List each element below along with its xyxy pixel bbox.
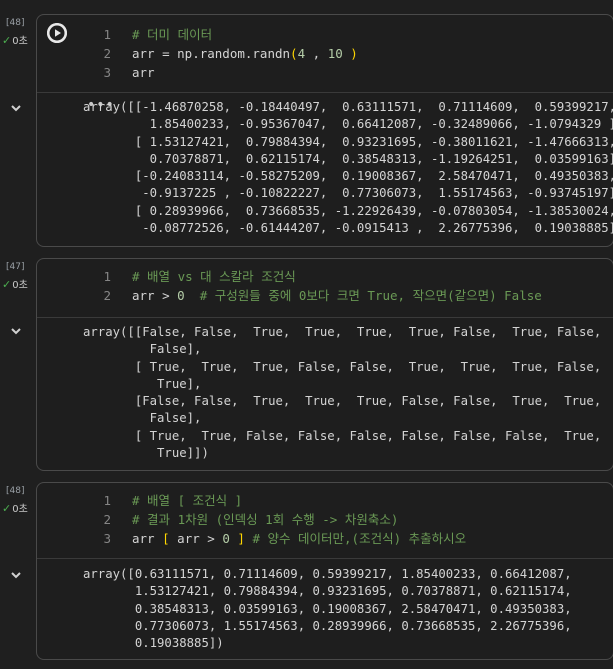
- code-text: arr = np.random.randn(4 , 10 ): [132, 44, 358, 64]
- cell-output: array([[-1.46870258, -0.18440497, 0.6311…: [83, 100, 613, 236]
- code-token: ): [342, 46, 358, 61]
- code-text: arr [ arr > 0 ] # 양수 데이터만,(조건식) 추출하시오: [132, 529, 466, 549]
- execution-count: [48]: [6, 18, 25, 28]
- code-token: # 배열 vs 대 스칼라 조건식: [132, 269, 296, 284]
- line-number: 1: [103, 27, 111, 42]
- code-token: ,: [305, 46, 328, 61]
- code-text: # 결과 1차원 (인덱싱 1회 수행 -> 차원축소): [132, 510, 398, 530]
- code-token: arr >: [169, 531, 223, 546]
- execution-count: [48]: [6, 486, 25, 496]
- code-token: (: [290, 46, 298, 61]
- run-cell-button[interactable]: [47, 23, 67, 43]
- code-token: [: [162, 531, 170, 546]
- code-token: arr: [132, 65, 155, 80]
- line-number: 1: [103, 269, 111, 284]
- cell-output: array([[False, False, True, True, True, …: [83, 325, 602, 461]
- line-number: 2: [103, 288, 111, 303]
- line-number: 3: [103, 65, 111, 80]
- execution-count: [47]: [6, 262, 25, 272]
- code-token: # 배열 [ 조건식 ]: [132, 493, 243, 508]
- code-token: # 더미 데이터: [132, 27, 213, 42]
- code-text: # 더미 데이터: [132, 25, 212, 45]
- code-token: 10: [327, 46, 343, 61]
- cell-output: array([0.63111571, 0.71114609, 0.5939921…: [83, 567, 572, 651]
- play-icon: [47, 23, 67, 43]
- line-number: 3: [103, 531, 111, 546]
- code-cell-1[interactable]: 1 # 더미 데이터 2 arr = np.random.randn(4 , 10 …: [36, 14, 613, 247]
- check-icon: ✓: [2, 502, 12, 515]
- code-token: 0: [222, 531, 230, 546]
- output-divider: [37, 92, 613, 93]
- code-token: # 구성원들 중에 0보다 크면 True, 작으면(같으면) False: [184, 288, 542, 303]
- code-cell-3[interactable]: 1 # 배열 [ 조건식 ] 2 # 결과 1차원 (인덱싱 1회 수행 -> 차원…: [36, 482, 613, 660]
- code-token: ]: [229, 531, 245, 546]
- execution-time: 0초: [12, 504, 28, 515]
- execution-status: ✓0초: [2, 500, 28, 515]
- execution-status: ✓0초: [2, 32, 28, 47]
- execution-status: ✓0초: [2, 276, 28, 291]
- output-divider: [37, 558, 613, 559]
- code-token: # 결과 1차원 (인덱싱 1회 수행 -> 차원축소): [132, 512, 399, 527]
- line-number: 2: [103, 512, 111, 527]
- collapse-output-chevron-icon[interactable]: [9, 324, 23, 338]
- code-text: # 배열 vs 대 스칼라 조건식: [132, 267, 296, 287]
- execution-time: 0초: [12, 280, 28, 291]
- line-number: 2: [103, 46, 111, 61]
- code-token: 4: [297, 46, 306, 61]
- code-token: 0: [177, 288, 185, 303]
- output-divider: [37, 317, 613, 318]
- code-token: arr >: [132, 288, 178, 303]
- check-icon: ✓: [2, 278, 12, 291]
- code-token: arr: [132, 531, 163, 546]
- collapse-output-chevron-icon[interactable]: [9, 101, 23, 115]
- execution-time: 0초: [12, 36, 28, 47]
- check-icon: ✓: [2, 34, 12, 47]
- code-token: arr = np.random.randn: [132, 46, 291, 61]
- code-text: arr > 0 # 구성원들 중에 0보다 크면 True, 작으면(같으면) …: [132, 286, 542, 306]
- code-text: arr: [132, 63, 155, 83]
- code-text: # 배열 [ 조건식 ]: [132, 491, 242, 511]
- collapse-output-chevron-icon[interactable]: [9, 568, 23, 582]
- line-number: 1: [103, 493, 111, 508]
- code-token: # 양수 데이터만,(조건식) 추출하시오: [244, 531, 467, 546]
- code-cell-2[interactable]: 1 # 배열 vs 대 스칼라 조건식 2 arr > 0 # 구성원들 중에 0보…: [36, 258, 613, 471]
